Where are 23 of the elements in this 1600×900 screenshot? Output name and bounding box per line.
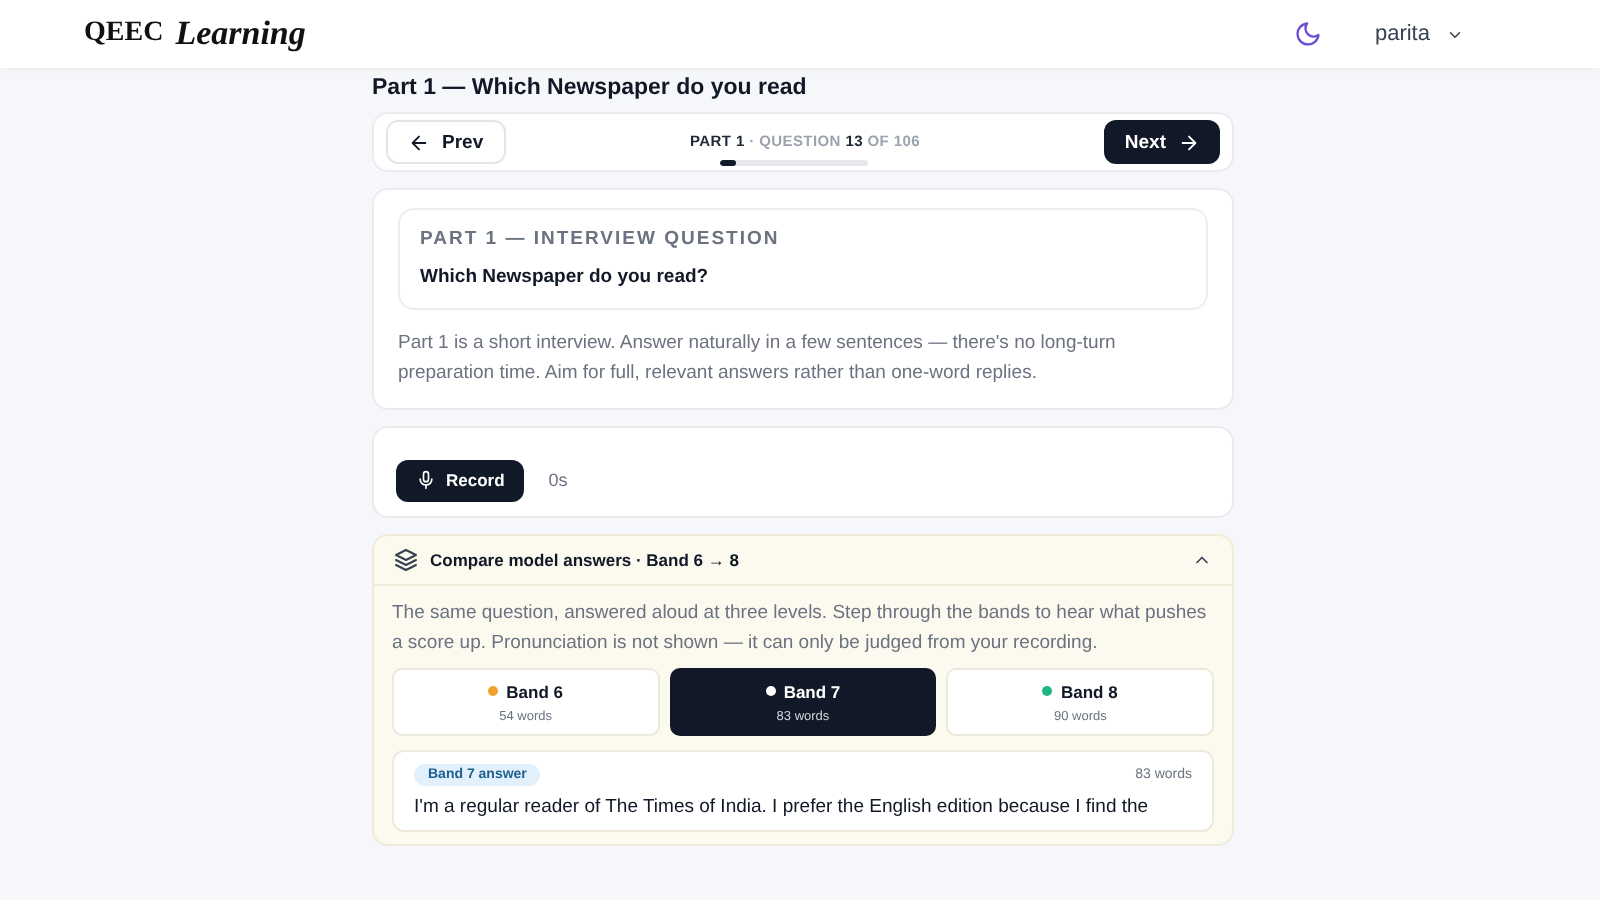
band-label: Band 6 <box>506 681 563 701</box>
compare-header[interactable]: Compare model answers · Band 6 → 8 <box>374 536 1232 586</box>
arrow-right-icon <box>1178 131 1200 153</box>
answer-text: I'm a regular reader of The Times of India. I prefer the English edition because I find the <box>414 796 1151 818</box>
logo-text: Learning <box>175 14 306 54</box>
band-label: Band 7 <box>783 681 841 701</box>
moon-icon <box>1294 20 1323 48</box>
instructions-text: Part 1 is a short interview. Answer naturally in a few sentences — there's no long-turn preparation time. Aim for full, relevant answers rather than one-word replies. <box>398 330 1118 388</box>
user-name: parita <box>1374 22 1430 46</box>
prev-button[interactable]: Prev <box>386 120 506 164</box>
record-button[interactable]: Record <box>396 459 525 501</box>
arrow-left-icon <box>408 131 430 153</box>
band-label: Band 8 <box>1060 681 1118 701</box>
logo-mark: QEEC <box>84 18 164 50</box>
layers-icon <box>394 548 418 572</box>
elapsed-time: 0s <box>548 470 568 490</box>
microphone-icon <box>416 470 436 490</box>
compare-title: Compare model answers · Band 6 → 8 <box>430 550 741 570</box>
question-text: Which Newspaper do you read? <box>420 266 711 288</box>
question-eyebrow: PART 1 — INTERVIEW QUESTION <box>420 228 782 250</box>
page-title: Part 1 — Which Newspaper do you read <box>372 74 809 104</box>
compare-intro: The same question, answered aloud at three levels. Step through the bands to hear what pushes a score up. Pronunciation is not shown — it can only be judged from your recording. <box>392 600 1209 658</box>
next-button[interactable]: Next <box>1104 120 1220 164</box>
